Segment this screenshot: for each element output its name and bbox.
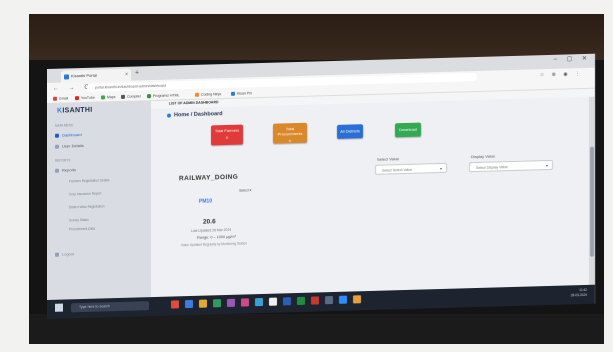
app-icon[interactable] bbox=[227, 298, 235, 307]
chrome-icon[interactable] bbox=[269, 297, 277, 306]
app-icon[interactable] bbox=[283, 297, 291, 306]
window-controls[interactable]: – ▢ ✕ bbox=[554, 55, 591, 63]
dashboard-icon bbox=[55, 133, 59, 138]
breadcrumb: Home / Dashboard bbox=[167, 111, 223, 119]
app-logo[interactable]: KISANTHI bbox=[57, 107, 92, 115]
card-label: Total Farmers bbox=[214, 127, 240, 134]
bookmark-item[interactable]: Kisan Pm bbox=[231, 90, 252, 97]
folder-icon[interactable] bbox=[199, 299, 207, 308]
app-icon[interactable] bbox=[311, 296, 319, 305]
new-tab-button[interactable]: + bbox=[135, 68, 139, 78]
sidebar-subitem[interactable]: Farmers Registration Details bbox=[69, 177, 139, 183]
card-value: 0 bbox=[225, 134, 229, 141]
extension-icons[interactable]: ☆ ⊕ ◉ ⋮ bbox=[540, 70, 583, 79]
card-total-procurements[interactable]: Total Procurements 0 bbox=[273, 122, 307, 144]
sidebar-subitem[interactable]: Survey Status bbox=[69, 216, 139, 223]
app-icon[interactable] bbox=[325, 296, 333, 305]
app-icon[interactable] bbox=[171, 300, 179, 309]
top-title: LIST OF ADMIN DASHBOARD bbox=[169, 100, 219, 106]
note-text: Value Updated Regularly by Monitoring St… bbox=[181, 241, 248, 248]
system-tray[interactable]: 11:42 28-03-2024 bbox=[571, 288, 587, 297]
report-icon bbox=[55, 168, 59, 173]
logout-icon bbox=[55, 252, 59, 257]
metric-name: PM10 bbox=[199, 198, 213, 205]
metric-value: 20.6 bbox=[203, 218, 216, 226]
filter-label: Display Value bbox=[471, 153, 496, 160]
monitor-screen: Kisanthi Portal × + – ▢ ✕ ← → C portal.k… bbox=[47, 53, 595, 320]
download-button[interactable]: Download bbox=[395, 122, 421, 138]
app-icon[interactable] bbox=[185, 299, 193, 309]
filter-label: Select Value bbox=[377, 156, 400, 162]
taskbar-search-input[interactable]: Type here to search bbox=[71, 301, 149, 313]
sidebar-subitem[interactable]: Procurement Data bbox=[69, 225, 139, 232]
card-value: 0 bbox=[288, 138, 292, 144]
monitor-bezel bbox=[29, 314, 604, 344]
tab-title: Kisanthi Portal bbox=[71, 72, 97, 79]
sidebar-item-user-details[interactable]: User Details bbox=[55, 143, 84, 149]
main-content: Home / Dashboard Total Farmers 0 Total P… bbox=[151, 96, 595, 298]
section-title: RAILWAY_DOING bbox=[179, 173, 239, 183]
bookmark-item[interactable]: Programiz HTML bbox=[147, 92, 179, 99]
sidebar-subitem[interactable]: Crop Insurance Report bbox=[69, 190, 139, 196]
chevron-down-icon: ▾ bbox=[439, 165, 442, 172]
app-icon[interactable] bbox=[297, 296, 305, 306]
app-icon[interactable] bbox=[339, 295, 347, 304]
bookmark-item[interactable]: Maps bbox=[101, 94, 116, 100]
app-icon[interactable] bbox=[213, 299, 221, 308]
card-label: Download bbox=[399, 126, 417, 133]
range-text: Range: 0 – 1000 μg/m³ bbox=[197, 234, 236, 240]
sidebar-heading-reports: REPORTS bbox=[55, 158, 71, 163]
metric-select[interactable]: Select ▾ bbox=[239, 188, 251, 192]
select-value-dropdown[interactable]: Select Select Value ▾ bbox=[375, 162, 447, 175]
photo-frame: Kisanthi Portal × + – ▢ ✕ ← → C portal.k… bbox=[29, 14, 604, 344]
chevron-down-icon: ▾ bbox=[545, 163, 548, 169]
bookmark-item[interactable]: YouTube bbox=[75, 95, 95, 102]
last-updated-text: Last Updated 28 Mar 2024 bbox=[191, 227, 232, 233]
tray-date: 28-03-2024 bbox=[570, 292, 587, 297]
scrollbar[interactable] bbox=[589, 96, 595, 285]
favicon-icon bbox=[64, 74, 69, 80]
card-label: Total Procurements bbox=[277, 126, 303, 137]
close-tab-icon[interactable]: × bbox=[125, 69, 128, 81]
sidebar-item-logout[interactable]: Logout bbox=[55, 251, 74, 257]
card-label: All Districts bbox=[340, 128, 360, 134]
users-icon bbox=[55, 144, 59, 149]
bookmark-item[interactable]: Gmail bbox=[53, 95, 68, 101]
app-icon[interactable] bbox=[353, 295, 361, 304]
home-icon bbox=[167, 113, 171, 118]
background-wall bbox=[29, 14, 604, 60]
card-all-districts[interactable]: All Districts bbox=[337, 124, 363, 139]
display-value-dropdown[interactable]: Select Display Value ▾ bbox=[469, 159, 553, 173]
sidebar-item-reports[interactable]: Reports bbox=[55, 167, 76, 173]
bookmark-item[interactable]: Coding Ninja bbox=[195, 91, 221, 98]
bookmark-item[interactable]: Compiler bbox=[121, 93, 141, 100]
sidebar-item-dashboard[interactable]: Dashboard bbox=[55, 132, 82, 138]
sidebar: KISANTHI MAIN MENU Dashboard User Detail… bbox=[47, 101, 151, 300]
windows-start-icon[interactable] bbox=[55, 303, 63, 312]
sidebar-subitem[interactable]: District Wise Registration bbox=[69, 203, 139, 209]
scrollbar-thumb[interactable] bbox=[590, 146, 594, 257]
app-icon[interactable] bbox=[241, 298, 249, 307]
sidebar-heading-main: MAIN MENU bbox=[55, 123, 74, 128]
edge-icon[interactable] bbox=[255, 297, 263, 307]
card-total-farmers[interactable]: Total Farmers 0 bbox=[211, 124, 243, 146]
